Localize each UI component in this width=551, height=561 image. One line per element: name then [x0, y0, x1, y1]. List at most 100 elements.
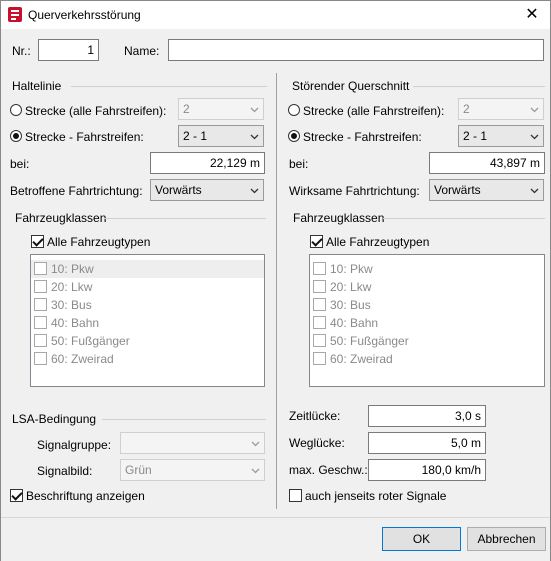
- right-at-field[interactable]: 43,897 m: [429, 152, 545, 174]
- signal-image-select-value: Grün: [125, 463, 152, 477]
- right-direction-select[interactable]: Vorwärts: [429, 179, 544, 201]
- left-vehicle-classes-title: Fahrzeugklassen: [15, 211, 107, 225]
- vehicle-type-checkbox[interactable]: [34, 262, 47, 275]
- cancel-button[interactable]: Abbrechen: [467, 527, 546, 551]
- haltelinie-group-title: Haltelinie: [12, 79, 62, 93]
- max-speed-field[interactable]: 180,0 km/h: [368, 459, 486, 481]
- right-at-label: bei:: [289, 157, 309, 171]
- vehicle-type-checkbox[interactable]: [34, 298, 47, 311]
- right-radio-lane[interactable]: [288, 130, 300, 142]
- chevron-down-icon: [250, 107, 259, 113]
- show-label-checkbox[interactable]: [10, 489, 23, 502]
- right-all-lanes-select[interactable]: 2: [458, 98, 544, 120]
- signal-image-label: Signalbild:: [37, 464, 93, 478]
- dialog-window: Querverkehrsstörung ✕ Nr.: 1 Name: Halte…: [0, 0, 551, 561]
- app-icon: [8, 7, 22, 22]
- vehicle-type-checkbox[interactable]: [313, 280, 326, 293]
- vehicle-type-label: 10: Pkw: [51, 262, 94, 276]
- right-radio-all-lanes[interactable]: [288, 104, 300, 116]
- chevron-down-icon: [251, 468, 260, 474]
- right-vehicle-types-list[interactable]: 10: Pkw 20: Lkw 30: Bus 40: Bahn 50: Fuß…: [309, 254, 545, 387]
- title-bar: Querverkehrsstörung ✕: [1, 1, 550, 29]
- chevron-down-icon: [530, 188, 539, 194]
- lsa-separator: [102, 419, 266, 420]
- chevron-down-icon: [251, 441, 260, 447]
- signal-image-select[interactable]: Grün: [120, 459, 265, 481]
- vehicle-type-label: 60: Zweirad: [330, 352, 393, 366]
- left-at-label: bei:: [10, 157, 30, 171]
- right-all-lanes-select-value: 2: [463, 102, 470, 116]
- vehicle-type-checkbox[interactable]: [313, 316, 326, 329]
- left-all-types-checkbox[interactable]: [31, 235, 44, 248]
- left-radio-lane-label: Strecke - Fahrstreifen:: [25, 130, 144, 144]
- vehicle-type-label: 20: Lkw: [51, 280, 93, 294]
- list-item[interactable]: 30: Bus: [31, 296, 264, 314]
- window-title: Querverkehrsstörung: [28, 8, 141, 22]
- list-item[interactable]: 10: Pkw: [310, 260, 544, 278]
- left-direction-select-value: Vorwärts: [155, 183, 202, 197]
- name-field[interactable]: [168, 39, 544, 61]
- left-direction-label: Betroffene Fahrtrichtung:: [10, 184, 143, 198]
- haltelinie-separator: [71, 86, 267, 87]
- list-item[interactable]: 40: Bahn: [31, 314, 264, 332]
- close-icon[interactable]: ✕: [521, 4, 543, 26]
- vehicle-type-checkbox[interactable]: [34, 280, 47, 293]
- left-direction-select[interactable]: Vorwärts: [150, 179, 264, 201]
- nr-label: Nr.:: [12, 44, 31, 58]
- left-all-types-label: Alle Fahrzeugtypen: [47, 235, 151, 249]
- left-vehicle-types-list[interactable]: 10: Pkw 20: Lkw 30: Bus 40: Bahn 50: Fuß…: [30, 254, 265, 387]
- right-all-types-checkbox[interactable]: [310, 235, 323, 248]
- distance-gap-field[interactable]: 5,0 m: [368, 432, 486, 454]
- list-item[interactable]: 20: Lkw: [310, 278, 544, 296]
- vehicle-type-checkbox[interactable]: [313, 298, 326, 311]
- list-item[interactable]: 40: Bahn: [310, 314, 544, 332]
- right-vehicle-classes-separator: [383, 218, 545, 219]
- signal-group-label: Signalgruppe:: [37, 438, 112, 452]
- right-all-types-label: Alle Fahrzeugtypen: [326, 235, 430, 249]
- vehicle-type-label: 30: Bus: [51, 298, 92, 312]
- time-gap-field[interactable]: 3,0 s: [368, 405, 486, 427]
- right-radio-all-lanes-label: Strecke (alle Fahrstreifen):: [303, 104, 445, 118]
- right-direction-label: Wirksame Fahrtrichtung:: [289, 184, 420, 198]
- left-radio-all-lanes-label: Strecke (alle Fahrstreifen):: [25, 104, 167, 118]
- left-all-lanes-select[interactable]: 2: [178, 98, 264, 120]
- list-item[interactable]: 60: Zweirad: [31, 350, 264, 368]
- vehicle-type-checkbox[interactable]: [34, 352, 47, 365]
- left-at-field[interactable]: 22,129 m: [150, 152, 265, 174]
- left-lane-select[interactable]: 2 - 1: [178, 125, 264, 147]
- list-item[interactable]: 50: Fußgänger: [31, 332, 264, 350]
- left-radio-all-lanes[interactable]: [10, 104, 22, 116]
- chevron-down-icon: [250, 188, 259, 194]
- nr-field[interactable]: 1: [38, 39, 99, 61]
- left-radio-lane[interactable]: [10, 130, 22, 142]
- right-vehicle-classes-title: Fahrzeugklassen: [293, 211, 385, 225]
- chevron-down-icon: [530, 134, 539, 140]
- vehicle-type-checkbox[interactable]: [313, 262, 326, 275]
- list-item[interactable]: 20: Lkw: [31, 278, 264, 296]
- vehicle-type-label: 30: Bus: [330, 298, 371, 312]
- list-item[interactable]: 50: Fußgänger: [310, 332, 544, 350]
- show-label-text: Beschriftung anzeigen: [26, 489, 145, 503]
- vehicle-type-label: 50: Fußgänger: [51, 334, 130, 348]
- right-lane-select-value: 2 - 1: [463, 129, 488, 143]
- signal-group-select[interactable]: [120, 432, 265, 454]
- max-speed-label: max. Geschw.:: [289, 463, 368, 477]
- vehicle-type-checkbox[interactable]: [34, 316, 47, 329]
- right-lane-select[interactable]: 2 - 1: [458, 125, 544, 147]
- name-label: Name:: [124, 44, 160, 58]
- vehicle-type-label: 10: Pkw: [330, 262, 373, 276]
- list-item[interactable]: 10: Pkw: [31, 260, 264, 278]
- vehicle-type-label: 60: Zweirad: [51, 352, 114, 366]
- stoerender-querschnitt-separator: [413, 86, 545, 87]
- stoerender-querschnitt-group-title: Störender Querschnitt: [292, 79, 410, 93]
- list-item[interactable]: 30: Bus: [310, 296, 544, 314]
- beyond-red-signals-checkbox[interactable]: [289, 489, 302, 502]
- left-lane-select-value: 2 - 1: [183, 129, 208, 143]
- vehicle-type-checkbox[interactable]: [313, 334, 326, 347]
- chevron-down-icon: [530, 107, 539, 113]
- ok-button[interactable]: OK: [382, 527, 461, 551]
- right-direction-select-value: Vorwärts: [434, 183, 481, 197]
- vehicle-type-checkbox[interactable]: [34, 334, 47, 347]
- list-item[interactable]: 60: Zweirad: [310, 350, 544, 368]
- vehicle-type-checkbox[interactable]: [313, 352, 326, 365]
